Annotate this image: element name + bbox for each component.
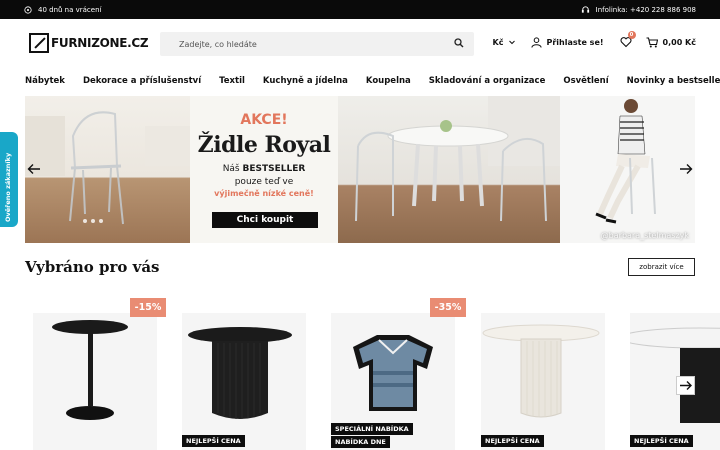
logo-mark-icon	[29, 33, 49, 53]
show-more-button[interactable]: zobrazit více	[628, 258, 695, 276]
product-card[interactable]: NEJLEPŠÍ CENA	[630, 313, 720, 450]
promo-line2: pouze teď ve	[234, 177, 294, 187]
promo-akce: AKCE!	[240, 112, 288, 128]
white-round-table-image	[482, 324, 600, 418]
login-label: Přihlaste se!	[546, 37, 604, 47]
carousel-dots[interactable]	[83, 219, 103, 223]
infoline[interactable]: Infolinka: +420 228 886 908	[581, 5, 696, 14]
nav-item-skladovani[interactable]: Skladování a organizace	[429, 76, 546, 86]
product-card[interactable]: SPECIÁLNÍ NABÍDKA NABÍDKA DNE	[331, 313, 455, 450]
headset-icon	[581, 6, 589, 13]
promo-cta-button[interactable]: Chci koupit	[212, 212, 318, 228]
cart-total: 0,00 Kč	[662, 37, 696, 47]
product-card[interactable]: NEJLEPŠÍ CENA	[182, 313, 306, 450]
currency-label: Kč	[492, 37, 504, 47]
chevron-down-icon	[508, 40, 515, 44]
hero-banner[interactable]: AKCE! Židle Royal Náš BESTSELLER pouze t…	[25, 96, 695, 243]
photo-credit: @barbara_stelmaszyk	[600, 231, 689, 240]
nav-item-dekorace[interactable]: Dekorace a příslušenství	[83, 76, 201, 86]
ghost-chair-illustration	[25, 111, 190, 225]
dining-table-illustration	[355, 96, 560, 222]
nav-item-koupelna[interactable]: Koupelna	[366, 76, 411, 86]
arrow-right-icon[interactable]	[679, 163, 693, 175]
verified-reviews-tab[interactable]: Ověřeno zákazníky	[0, 132, 18, 227]
promo-line3: výjimečně nízké ceně!	[214, 189, 314, 198]
arrow-left-icon[interactable]	[27, 163, 41, 175]
header-actions: Kč Přihlaste se! 0 0,00 Kč	[493, 31, 696, 48]
returns-text: 40 dnů na vrácení	[38, 5, 102, 14]
nav-item-osvetleni[interactable]: Osvětlení	[563, 76, 608, 86]
wishlist-count-badge: 0	[627, 31, 636, 39]
banner-promo: AKCE! Židle Royal Náš BESTSELLER pouze t…	[190, 96, 338, 243]
section-title: Vybráno pro vás	[25, 258, 160, 276]
top-bar: 40 dnů na vrácení Infolinka: +420 228 88…	[0, 0, 720, 19]
header: FURNIZONE.CZ Zadejte, co hledáte Kč Přih…	[0, 19, 720, 67]
black-table-image	[630, 327, 720, 423]
discount-badge: -15%	[130, 298, 166, 317]
nav-item-nabytek[interactable]: Nábytek	[25, 76, 65, 86]
product-tag: NEJLEPŠÍ CENA	[182, 435, 245, 447]
infoline-text[interactable]: Infolinka: +420 228 886 908	[596, 6, 696, 14]
product-tag: SPECIÁLNÍ NABÍDKA	[331, 423, 413, 435]
round-table-image	[188, 327, 292, 419]
bistro-table-image	[52, 320, 128, 420]
promo-title: Židle Royal	[197, 132, 331, 158]
verified-reviews-label: Ověřeno zákazníky	[4, 152, 12, 222]
banner-photo-chair	[25, 96, 190, 243]
banner-photo-dining	[338, 96, 560, 243]
discount-badge: -35%	[430, 298, 466, 317]
banner-photo-model: @barbara_stelmaszyk	[560, 96, 695, 243]
arrow-right-icon	[680, 381, 692, 390]
main-nav: Nábytek Dekorace a příslušenství Textil …	[0, 67, 720, 95]
products-next-button[interactable]	[676, 376, 695, 395]
nav-item-novinky[interactable]: Novinky a bestsellery	[627, 76, 720, 86]
logo-text: FURNIZONE.CZ	[51, 36, 149, 50]
product-card[interactable]	[33, 313, 157, 450]
nav-item-kuchyne[interactable]: Kuchyně a jídelna	[263, 76, 348, 86]
search-icon[interactable]	[454, 38, 464, 48]
currency-select[interactable]: Kč	[493, 38, 515, 47]
product-tag: NABÍDKA DNE	[331, 436, 390, 448]
cart-button[interactable]: 0,00 Kč	[646, 36, 696, 48]
cart-icon	[646, 36, 658, 47]
login-link[interactable]: Přihlaste se!	[530, 36, 604, 48]
model-on-chair-illustration	[595, 99, 656, 224]
product-tag: NEJLEPŠÍ CENA	[630, 435, 693, 447]
logo[interactable]: FURNIZONE.CZ	[29, 33, 149, 53]
promo-line1: Náš BESTSELLER	[222, 164, 306, 174]
return-icon	[24, 5, 32, 14]
search-bar[interactable]: Zadejte, co hledáte	[160, 32, 474, 56]
product-card[interactable]: NEJLEPŠÍ CENA	[481, 313, 605, 450]
returns-info: 40 dnů na vrácení	[24, 6, 101, 14]
product-tag: NEJLEPŠÍ CENA	[481, 435, 544, 447]
nav-item-textil[interactable]: Textil	[219, 76, 245, 86]
user-icon	[530, 36, 542, 48]
wishlist-button[interactable]: 0	[620, 31, 636, 48]
search-input[interactable]: Zadejte, co hledáte	[179, 40, 257, 49]
